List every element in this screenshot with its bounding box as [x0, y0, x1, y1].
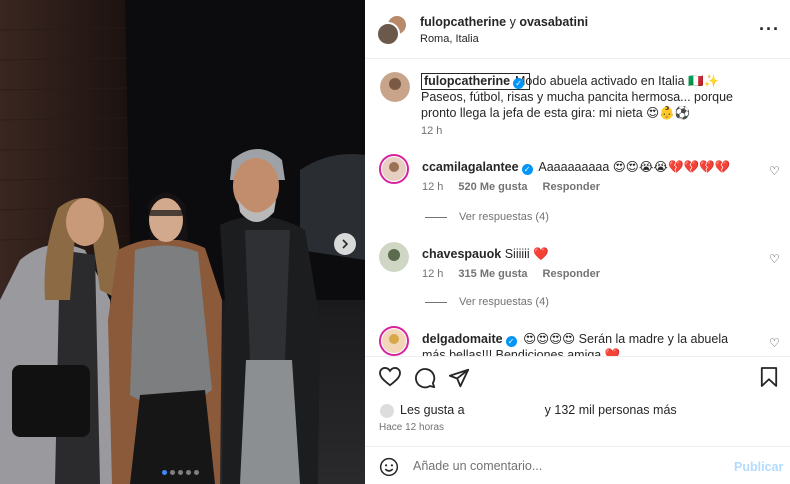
- emoji-icon: [379, 457, 399, 477]
- carousel-dot[interactable]: [186, 470, 191, 475]
- heart-icon: [379, 366, 401, 387]
- comment-content: ccamilagalantee ✓ Aaaaaaaaaa 😍😍😭😭💔💔💔💔: [422, 159, 730, 175]
- comment-username[interactable]: delgadomaite: [422, 332, 503, 346]
- comment-username[interactable]: ccamilagalantee: [422, 160, 519, 174]
- carousel-dot[interactable]: [170, 470, 175, 475]
- heart-outline-icon: ♡: [769, 336, 780, 350]
- verified-icon: ✓: [513, 78, 525, 89]
- comment-time[interactable]: 12 h: [422, 181, 443, 193]
- avatar-image: [382, 157, 406, 181]
- carousel-indicator: [162, 470, 199, 475]
- liker-avatar[interactable]: [380, 404, 394, 418]
- share-button[interactable]: [448, 367, 470, 392]
- caption-line-2: Paseos, fútbol, risas y mucha pancita he…: [421, 90, 733, 120]
- comment-input[interactable]: [413, 455, 713, 477]
- post-header: fulopcatherine y ovasabatini Roma, Itali…: [365, 0, 790, 59]
- comment-meta: 12 h 520 Me gusta Responder: [422, 181, 600, 193]
- post-actions: Les gusta a y 132 mil personas más Hace …: [365, 356, 790, 446]
- comment-icon: [415, 368, 436, 389]
- comments-list[interactable]: Modo abuela activado en Italia 🇮🇹✨ Paseo…: [365, 60, 790, 356]
- likes-summary: Les gusta a y 132 mil personas más: [400, 403, 677, 417]
- avatar-image: [379, 242, 409, 272]
- bookmark-icon: [760, 367, 778, 387]
- comment-likes[interactable]: 315 Me gusta: [458, 268, 527, 280]
- post-timestamp[interactable]: Hace 12 horas: [379, 422, 444, 433]
- comment-avatar[interactable]: [379, 326, 409, 356]
- collab-usernames: fulopcatherine y ovasabatini: [420, 15, 588, 29]
- divider: [425, 216, 447, 218]
- comment-time[interactable]: 12 h: [422, 268, 443, 280]
- comment-avatar[interactable]: [379, 242, 409, 272]
- comment-button[interactable]: [414, 367, 436, 392]
- photo-scene: [0, 0, 365, 484]
- post-details-panel: fulopcatherine y ovasabatini Roma, Itali…: [365, 0, 790, 484]
- comment-reply-button[interactable]: Responder: [543, 268, 600, 280]
- header-joiner: y: [509, 15, 516, 29]
- header-username-1[interactable]: fulopcatherine: [420, 15, 506, 29]
- emoji-picker-button[interactable]: [379, 457, 399, 480]
- carousel-dot[interactable]: [194, 470, 199, 475]
- comment-likes[interactable]: 520 Me gusta: [458, 181, 527, 193]
- caption-avatar[interactable]: [380, 72, 410, 102]
- view-replies-button[interactable]: Ver respuestas (4): [425, 211, 549, 223]
- view-replies-label: Ver respuestas (4): [459, 296, 549, 308]
- avatar-image: [382, 329, 406, 353]
- divider: [425, 301, 447, 303]
- comment-avatar[interactable]: [379, 154, 409, 184]
- caption-line-1: Modo abuela activado en Italia 🇮🇹✨: [515, 74, 720, 88]
- likes-prefix: Les gusta a: [400, 403, 465, 417]
- instagram-post-modal: fulopcatherine y ovasabatini Roma, Itali…: [0, 0, 790, 484]
- heart-outline-icon: ♡: [769, 164, 780, 178]
- comment-content: delgadomaite ✓ 😍😍😍😍 Serán la madre y la a…: [422, 331, 752, 356]
- caption-username-text: fulopcatherine: [424, 74, 511, 88]
- collab-avatars[interactable]: [376, 14, 408, 46]
- handbag: [12, 365, 90, 437]
- header-username-2[interactable]: ovasabatini: [519, 15, 588, 29]
- comment-text: Aaaaaaaaaa 😍😍😭😭💔💔💔💔: [538, 160, 731, 174]
- more-options-button[interactable]: ···: [759, 19, 780, 40]
- comment-like-button[interactable]: ♡: [769, 252, 780, 266]
- heart-outline-icon: ♡: [769, 252, 780, 266]
- comment-like-button[interactable]: ♡: [769, 164, 780, 178]
- likes-count[interactable]: y 132 mil personas más: [545, 403, 677, 417]
- comment-meta: 12 h 315 Me gusta Responder: [422, 268, 600, 280]
- avatar[interactable]: [376, 22, 400, 46]
- avatar-image: [380, 72, 410, 102]
- publish-button[interactable]: Publicar: [734, 460, 783, 474]
- comment-like-button[interactable]: ♡: [769, 336, 780, 350]
- verified-icon: ✓: [521, 164, 533, 175]
- chevron-right-icon: [342, 239, 349, 249]
- save-button[interactable]: [760, 367, 778, 390]
- post-photo[interactable]: [0, 0, 365, 484]
- post-location[interactable]: Roma, Italia: [420, 33, 479, 45]
- caption-time[interactable]: 12 h: [421, 125, 442, 137]
- verified-icon: ✓: [505, 336, 517, 347]
- comment-text: Siiiiii ❤️: [504, 247, 549, 261]
- carousel-dot[interactable]: [178, 470, 183, 475]
- carousel-dot[interactable]: [162, 470, 167, 475]
- view-replies-label: Ver respuestas (4): [459, 211, 549, 223]
- caption-username[interactable]: fulopcatherine ✓: [421, 73, 531, 90]
- comment-composer: Publicar: [365, 446, 790, 484]
- carousel-next-button[interactable]: [334, 233, 356, 255]
- view-replies-button[interactable]: Ver respuestas (4): [425, 296, 549, 308]
- comment-reply-button[interactable]: Responder: [543, 181, 600, 193]
- comment-content: chavespauok Siiiiii ❤️: [422, 247, 549, 262]
- like-button[interactable]: [379, 366, 401, 390]
- comment-username[interactable]: chavespauok: [422, 247, 501, 261]
- send-icon: [448, 368, 470, 388]
- more-horizontal-icon: ···: [759, 19, 780, 39]
